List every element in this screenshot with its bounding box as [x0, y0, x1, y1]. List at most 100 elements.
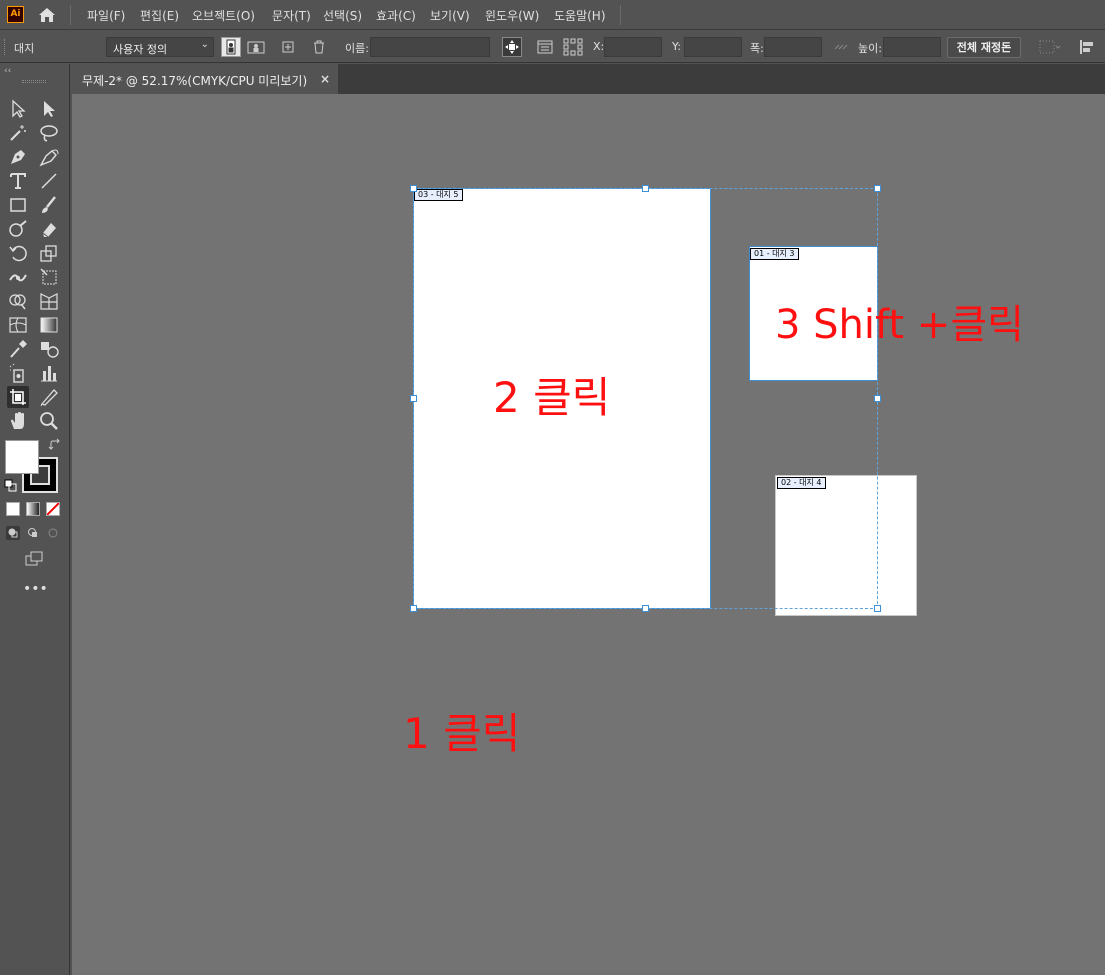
type-tool-icon[interactable]	[7, 170, 29, 192]
resize-handle[interactable]	[642, 605, 649, 612]
free-transform-tool-icon[interactable]	[38, 266, 60, 288]
annotation-step-3: 3 Shift +클릭	[775, 302, 1024, 348]
x-field[interactable]	[604, 37, 662, 57]
draw-normal-icon[interactable]	[6, 526, 20, 540]
y-label: Y:	[672, 40, 681, 53]
new-artboard-icon[interactable]	[278, 37, 298, 57]
symbol-sprayer-tool-icon[interactable]	[7, 362, 29, 384]
rectangle-tool-icon[interactable]	[7, 194, 29, 216]
menu-bar: Ai 파일(F) 편집(E) 오브젝트(O) 문자(T) 선택(S) 효과(C)…	[0, 0, 1105, 30]
y-field[interactable]	[684, 37, 742, 57]
gradient-mode-icon[interactable]	[26, 502, 40, 516]
draw-inside-icon[interactable]	[46, 526, 60, 540]
menu-select[interactable]: 선택(S)	[323, 7, 362, 24]
perspective-grid-tool-icon[interactable]	[38, 290, 60, 312]
slice-tool-icon[interactable]	[38, 386, 60, 408]
portrait-orientation-icon[interactable]	[221, 37, 241, 57]
pen-tool-icon[interactable]	[7, 146, 29, 168]
none-mode-icon[interactable]	[46, 502, 60, 516]
direct-selection-tool-icon[interactable]	[38, 98, 60, 120]
close-icon[interactable]: ×	[320, 72, 330, 86]
paintbrush-tool-icon[interactable]	[38, 194, 60, 216]
menu-edit[interactable]: 편집(E)	[140, 7, 179, 24]
menu-object[interactable]: 오브젝트(O)	[192, 7, 255, 24]
menu-file[interactable]: 파일(F)	[87, 7, 125, 24]
artboard-preset-select[interactable]: 사용자 정의 ⌄	[106, 37, 214, 57]
hand-tool-icon[interactable]	[7, 410, 29, 432]
control-bar: 대지 사용자 정의 ⌄ 이름: X: Y: 폭: 높이: 전체 재정돈	[0, 31, 1105, 63]
resize-handle[interactable]	[410, 395, 417, 402]
magic-wand-tool-icon[interactable]	[7, 122, 29, 144]
chevron-down-icon: ⌄	[200, 39, 209, 50]
resize-handle[interactable]	[874, 605, 881, 612]
artboard-4[interactable]: 02 - 대지 4	[775, 475, 917, 616]
mesh-tool-icon[interactable]	[7, 314, 29, 336]
artboard-options-icon[interactable]	[535, 37, 555, 57]
reset-all-button[interactable]: 전체 재정돈	[947, 37, 1021, 58]
gradient-tool-icon[interactable]	[38, 314, 60, 336]
move-with-artboard-icon[interactable]	[502, 37, 522, 57]
line-segment-tool-icon[interactable]	[38, 170, 60, 192]
artboard-label[interactable]: 01 - 대지 3	[750, 248, 799, 260]
collapse-panel-icon[interactable]: ‹‹	[4, 66, 11, 76]
screen-mode-icon[interactable]	[23, 548, 45, 570]
align-grid-icon[interactable]	[1038, 37, 1061, 57]
artboard-label[interactable]: 03 - 대지 5	[414, 189, 463, 201]
shaper-tool-icon[interactable]	[7, 218, 29, 240]
rearrange-grid-icon[interactable]	[562, 37, 583, 57]
curvature-tool-icon[interactable]	[38, 146, 60, 168]
menu-help[interactable]: 도움말(H)	[554, 7, 606, 24]
document-tab-bar: 무제-2* @ 52.17%(CMYK/CPU 미리보기) ×	[72, 64, 1105, 94]
width-label: 폭:	[750, 42, 764, 55]
zoom-tool-icon[interactable]	[38, 410, 60, 432]
name-label: 이름:	[345, 42, 369, 55]
lasso-tool-icon[interactable]	[38, 122, 60, 144]
width-field[interactable]	[764, 37, 822, 57]
delete-artboard-icon[interactable]	[309, 37, 329, 57]
eyedropper-tool-icon[interactable]	[7, 338, 29, 360]
rotate-tool-icon[interactable]	[7, 242, 29, 264]
menu-effect[interactable]: 효과(C)	[376, 7, 416, 24]
menu-separator	[620, 5, 621, 25]
resize-handle[interactable]	[642, 185, 649, 192]
canvas[interactable]: 03 - 대지 5 01 - 대지 3 02 - 대지 4 2 클릭 3 Shi…	[72, 94, 1105, 975]
panel-grip[interactable]	[22, 80, 46, 83]
x-label: X:	[593, 40, 605, 53]
menu-window[interactable]: 윈도우(W)	[485, 7, 539, 24]
tools-panel: ‹‹ •••	[0, 64, 70, 975]
more-tools-icon[interactable]: •••	[23, 580, 48, 602]
selection-tool-icon[interactable]	[7, 98, 29, 120]
landscape-orientation-icon[interactable]	[246, 37, 266, 57]
height-field[interactable]	[883, 37, 941, 57]
swap-fill-stroke-icon[interactable]	[48, 438, 62, 452]
resize-handle[interactable]	[410, 605, 417, 612]
document-tab-title: 무제-2* @ 52.17%(CMYK/CPU 미리보기)	[82, 74, 308, 88]
link-proportions-icon[interactable]	[831, 37, 851, 57]
eraser-tool-icon[interactable]	[38, 218, 60, 240]
draw-behind-icon[interactable]	[26, 526, 40, 540]
default-fill-stroke-icon[interactable]	[4, 479, 18, 493]
document-tab[interactable]: 무제-2* @ 52.17%(CMYK/CPU 미리보기) ×	[72, 64, 338, 94]
align-left-icon[interactable]	[1077, 37, 1097, 57]
home-icon[interactable]	[37, 5, 57, 25]
artboard-name-field[interactable]	[370, 37, 490, 57]
artboard-tool-icon[interactable]	[7, 386, 29, 408]
context-label: 대지	[14, 42, 35, 55]
resize-handle[interactable]	[874, 185, 881, 192]
width-tool-icon[interactable]	[7, 266, 29, 288]
scale-tool-icon[interactable]	[38, 242, 60, 264]
annotation-step-2: 2 클릭	[493, 373, 611, 422]
shape-builder-tool-icon[interactable]	[7, 290, 29, 312]
resize-handle[interactable]	[410, 185, 417, 192]
color-mode-icon[interactable]	[6, 502, 20, 516]
blend-tool-icon[interactable]	[38, 338, 60, 360]
resize-handle[interactable]	[874, 395, 881, 402]
control-bar-grip[interactable]	[4, 39, 7, 55]
fill-swatch[interactable]	[5, 440, 39, 474]
menu-type[interactable]: 문자(T)	[272, 7, 311, 24]
artboard-label[interactable]: 02 - 대지 4	[777, 477, 826, 489]
annotation-step-1: 1 클릭	[403, 709, 521, 758]
column-graph-tool-icon[interactable]	[38, 362, 60, 384]
menu-view[interactable]: 보기(V)	[430, 7, 470, 24]
height-label: 높이:	[858, 42, 882, 55]
